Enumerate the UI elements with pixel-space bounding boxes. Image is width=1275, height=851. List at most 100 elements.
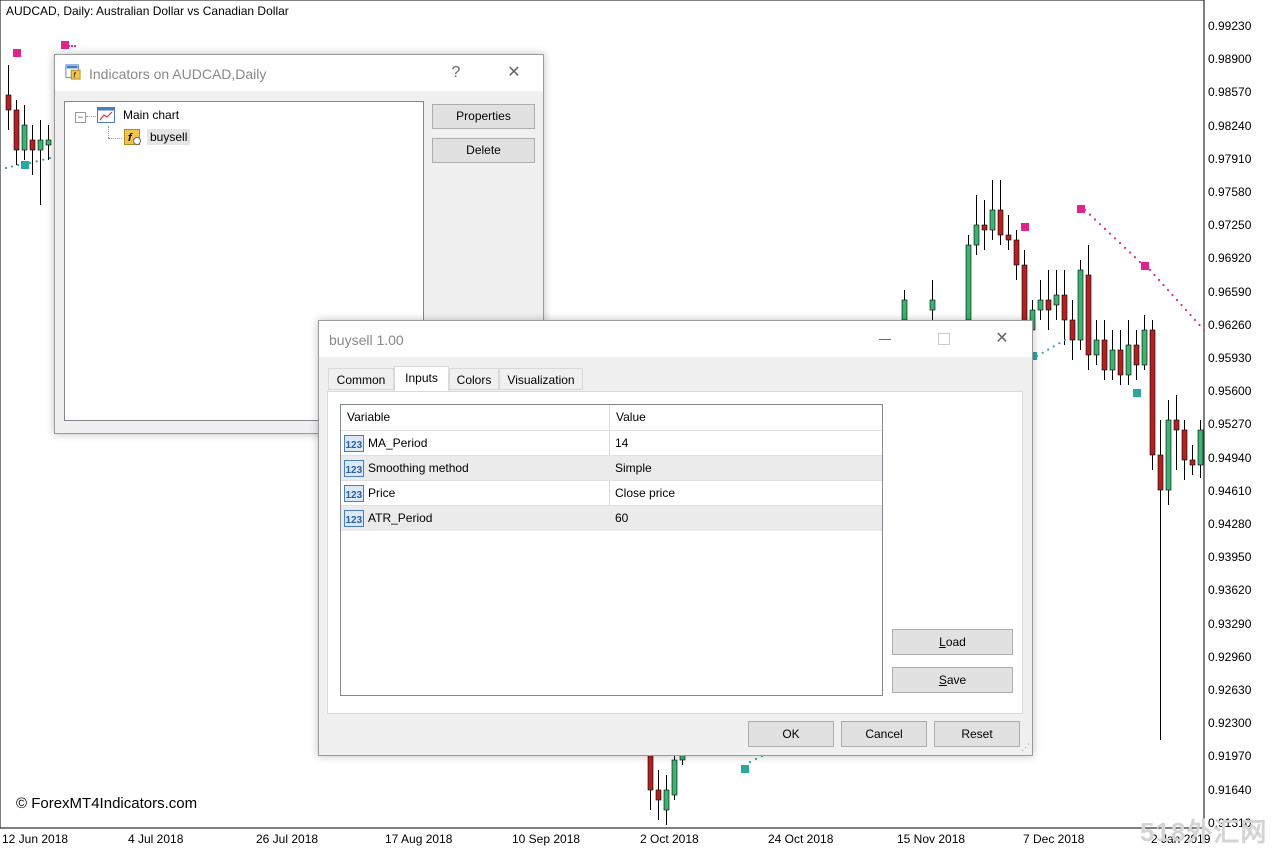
price-tick-label: 0.94940 bbox=[1208, 450, 1252, 465]
candle-body bbox=[1069, 319, 1076, 341]
candle-body bbox=[671, 759, 678, 796]
price-tick-label: 0.92630 bbox=[1208, 683, 1252, 697]
signal-trail-dot bbox=[35, 160, 38, 163]
watermark: 518外汇网 bbox=[1140, 817, 1268, 847]
signal-trail-dot bbox=[1113, 237, 1117, 240]
save-button[interactable]: Save bbox=[892, 667, 1013, 693]
date-tick-label: 12 Jun 2018 bbox=[2, 832, 69, 846]
signal-trail-dot bbox=[1083, 208, 1087, 212]
tab-common[interactable]: Common bbox=[328, 368, 394, 390]
price-tick-label: 0.93950 bbox=[1208, 550, 1252, 565]
copyright-text: © ForexMT4Indicators.com bbox=[16, 795, 198, 812]
column-header-value[interactable]: Value bbox=[616, 405, 646, 430]
indicator-function-icon: f bbox=[124, 129, 141, 145]
price-tick-label: 0.93620 bbox=[1208, 583, 1252, 598]
signal-trail-dot bbox=[1118, 241, 1122, 245]
signal-trail-dot bbox=[1063, 338, 1067, 342]
signal-trail-dot bbox=[1035, 354, 1039, 358]
tree-item-buysell[interactable]: buysell bbox=[147, 129, 191, 145]
collapse-icon[interactable]: − bbox=[75, 112, 86, 123]
delete-button[interactable]: Delete bbox=[432, 138, 535, 163]
price-tick-label: 0.98900 bbox=[1208, 52, 1252, 67]
close-icon[interactable]: ✕ bbox=[501, 61, 527, 85]
signal-trail-dot bbox=[1093, 218, 1097, 221]
buysell-dialog-title: buysell 1.00 bbox=[329, 332, 404, 348]
value-cell[interactable]: Close price bbox=[615, 481, 675, 506]
candle-body bbox=[21, 124, 28, 151]
signal-trail-dot bbox=[754, 757, 758, 761]
input-row[interactable]: 123 ATR_Period 60 bbox=[341, 505, 882, 531]
signal-marker bbox=[1021, 223, 1029, 231]
price-tick-label: 0.93290 bbox=[1208, 616, 1252, 631]
value-cell[interactable]: 60 bbox=[615, 506, 628, 531]
input-row[interactable]: 123 Smoothing method Simple bbox=[341, 455, 882, 481]
signal-trail-dot bbox=[1148, 268, 1152, 272]
candle-body bbox=[1109, 349, 1116, 371]
candle-body bbox=[901, 299, 908, 321]
candle-body bbox=[1149, 329, 1156, 456]
tree-item-main-chart[interactable]: Main chart bbox=[123, 108, 179, 122]
candle-body bbox=[37, 139, 44, 151]
svg-text:123: 123 bbox=[346, 440, 363, 451]
signal-marker bbox=[1077, 205, 1085, 213]
buysell-titlebar[interactable]: buysell 1.00 ✕ bbox=[319, 321, 1032, 357]
candle-body bbox=[13, 109, 20, 151]
price-tick-label: 0.97580 bbox=[1208, 185, 1252, 199]
ok-button[interactable]: OK bbox=[748, 721, 834, 747]
reset-button[interactable]: Reset bbox=[934, 721, 1020, 747]
tab-inputs[interactable]: Inputs bbox=[394, 366, 449, 392]
date-tick-label: 24 Oct 2018 bbox=[768, 832, 834, 846]
indicators-titlebar[interactable]: f Indicators on AUDCAD,Daily ? ✕ bbox=[55, 55, 543, 91]
signal-trail-dot bbox=[16, 163, 20, 167]
signal-marker bbox=[1133, 389, 1141, 397]
date-tick-label: 15 Nov 2018 bbox=[897, 832, 966, 846]
tab-colors[interactable]: Colors bbox=[449, 368, 499, 390]
inputs-panel: Variable Value 123 MA_Period 14 123 Smoothin… bbox=[327, 391, 1023, 714]
maximize-icon bbox=[930, 327, 956, 351]
candle-body bbox=[1101, 339, 1108, 371]
value-cell[interactable]: 14 bbox=[615, 431, 628, 456]
candle-body bbox=[1037, 299, 1044, 311]
date-tick-label: 10 Sep 2018 bbox=[512, 832, 581, 846]
signal-trail-dot bbox=[70, 44, 74, 48]
value-cell[interactable]: Simple bbox=[615, 456, 652, 481]
candle-body bbox=[1013, 239, 1020, 266]
candle-body bbox=[1093, 339, 1100, 356]
price-tick-label: 0.96920 bbox=[1208, 251, 1252, 266]
signal-trail-dot bbox=[1189, 313, 1192, 317]
input-row[interactable]: 123 MA_Period 14 bbox=[341, 430, 882, 456]
input-row[interactable]: 123 Price Close price bbox=[341, 480, 882, 506]
help-icon[interactable]: ? bbox=[443, 61, 469, 85]
variable-cell: Smoothing method bbox=[368, 461, 469, 475]
numeric-type-icon: 123 bbox=[344, 485, 364, 502]
signal-trail-dot bbox=[1103, 227, 1107, 231]
column-header-variable[interactable]: Variable bbox=[347, 405, 390, 430]
price-tick-label: 0.96590 bbox=[1208, 284, 1252, 299]
candle-body bbox=[1189, 459, 1196, 466]
signal-trail-dot bbox=[1133, 256, 1137, 259]
candle-body bbox=[1165, 419, 1172, 491]
signal-trail-dot bbox=[28, 161, 32, 165]
properties-button[interactable]: Properties bbox=[432, 104, 535, 129]
cancel-button[interactable]: Cancel bbox=[841, 721, 927, 747]
variable-cell: MA_Period bbox=[368, 436, 428, 450]
signal-trail-dot bbox=[48, 156, 52, 160]
signal-trail-dot bbox=[67, 44, 71, 48]
signal-trail-dot bbox=[1041, 351, 1044, 354]
candle-body bbox=[1053, 294, 1060, 306]
buysell-dialog: buysell 1.00 ✕ Common Inputs Colors Visu… bbox=[318, 320, 1033, 756]
resize-grip-icon[interactable]: ⋰ bbox=[1021, 742, 1030, 753]
signal-trail-dot bbox=[1157, 278, 1161, 282]
signal-trail-dot bbox=[1202, 328, 1206, 332]
signal-trail-dot bbox=[1198, 323, 1201, 327]
signal-trail-dot bbox=[1184, 308, 1188, 312]
variable-cell: Price bbox=[368, 486, 396, 500]
minimize-icon[interactable] bbox=[872, 327, 898, 351]
tab-visualization[interactable]: Visualization bbox=[499, 368, 583, 390]
signal-trail-dot bbox=[1175, 298, 1179, 302]
price-tick-label: 0.97910 bbox=[1208, 151, 1252, 166]
close-icon[interactable]: ✕ bbox=[989, 327, 1015, 351]
candle-body bbox=[1077, 269, 1084, 341]
load-button[interactable]: Load bbox=[892, 629, 1013, 655]
price-tick-label: 0.99230 bbox=[1208, 19, 1252, 33]
